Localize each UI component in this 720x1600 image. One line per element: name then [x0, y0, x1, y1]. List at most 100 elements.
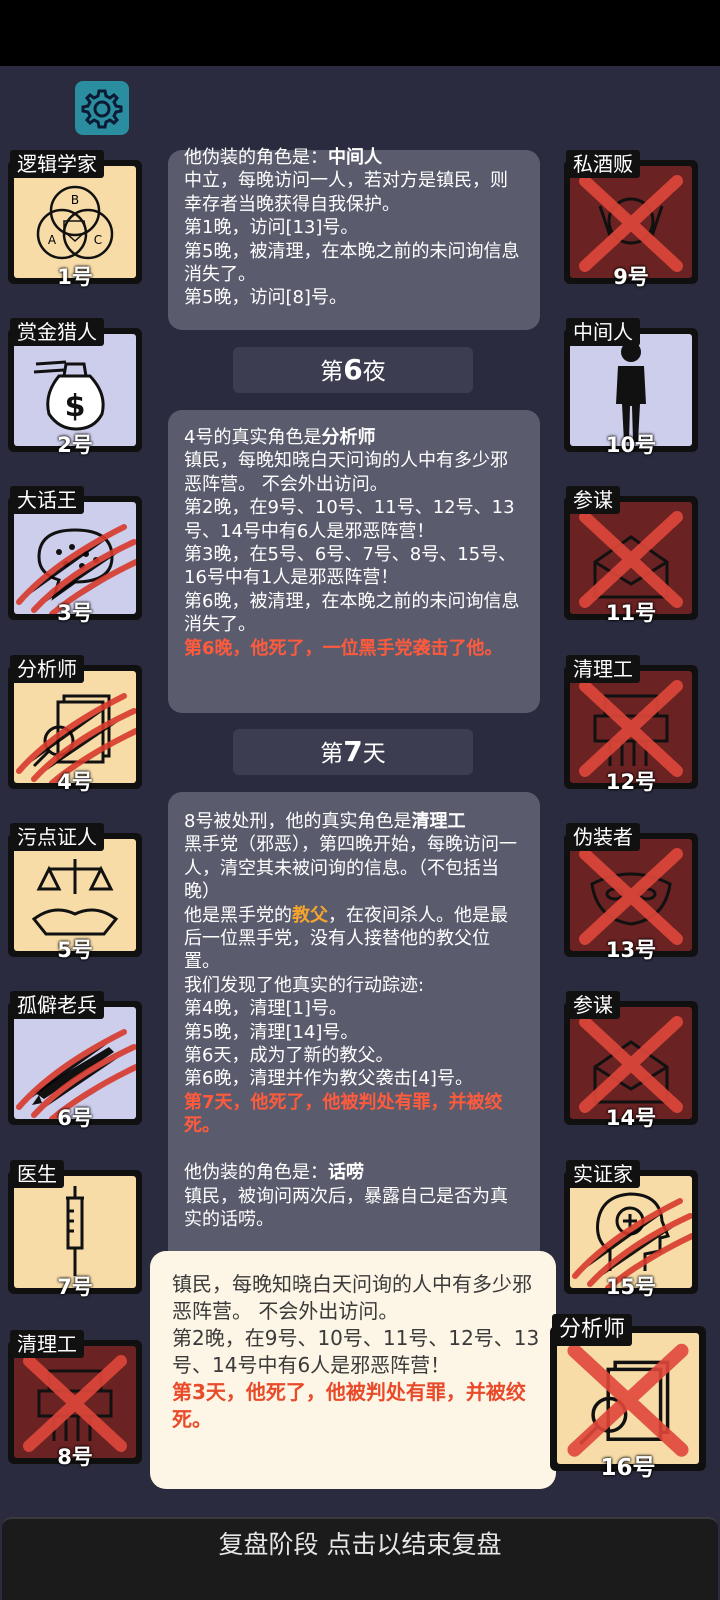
log-line: 第3晚，在5号、6号、7号、8号、15号、16号中有1人是邪恶阵营！	[184, 544, 517, 589]
log-line: 第6天，成为了新的教父。	[184, 1045, 394, 1067]
night-6-header: 第6夜	[233, 347, 473, 393]
log-line: 第6晚，清理并作为教父袭击[4]号。	[184, 1068, 473, 1090]
role-tooltip: 镇民，每晚知晓白天问询的人中有多少邪恶阵营。 不会外出访问。 第2晚，在9号、1…	[150, 1251, 556, 1489]
log-death-line: 第6晚，他死了，一位黑手党袭击了他。	[184, 637, 503, 659]
player-number: 16号	[600, 1455, 656, 1481]
player-card-13[interactable]: 伪装者 13号	[564, 823, 698, 962]
player-number: 7号	[57, 1275, 93, 1299]
player-number: 2号	[57, 433, 93, 457]
player-number: 11号	[605, 601, 657, 625]
header-number: 7	[343, 735, 363, 768]
log-entry-cleaner: 8号被处刑，他的真实角色是清理工 黑手党（邪恶），第四晚开始，每晚访问一人，清空…	[168, 792, 540, 1262]
player-number: 12号	[605, 770, 657, 794]
settings-button[interactable]	[75, 81, 129, 135]
player-number: 8号	[57, 1445, 93, 1469]
end-review-button[interactable]: 复盘阶段 点击以结束复盘	[2, 1517, 718, 1600]
log-text: 4号的真实角色是	[184, 427, 322, 448]
player-card-15[interactable]: 实证家 15号	[564, 1160, 698, 1299]
role-label: 分析师	[10, 655, 84, 683]
log-role: 分析师	[321, 427, 376, 448]
role-label: 清理工	[566, 655, 640, 683]
player-card-3[interactable]: 大话王 3号	[8, 486, 142, 625]
player-card-14[interactable]: 参谋 14号	[564, 991, 698, 1130]
log-blank	[184, 1138, 524, 1161]
venn-label-a: A	[48, 233, 57, 247]
log-text: 他伪装的角色是：	[184, 147, 328, 168]
log-line: 第5晚，清理[14]号。	[184, 1021, 359, 1043]
log-line: 他是黑手党的教父，在夜间杀人。他是最后一位黑手党，没有人接替他的教父位置。	[184, 904, 524, 974]
player-card-12[interactable]: 清理工 12号	[564, 655, 698, 794]
log-line: 黑手党（邪恶），第四晚开始，每晚访问一人，清空其未被问询的信息。（不包括当晚）	[184, 834, 517, 903]
log-line: 第1晚，访问[13]号。	[184, 217, 359, 239]
venn-label-b: B	[71, 193, 79, 207]
player-card-8[interactable]: 清理工 8号	[8, 1330, 142, 1469]
log-entry-analyst: 4号的真实角色是分析师 镇民，每晚知晓白天问询的人中有多少邪恶阵营。 不会外出访…	[168, 410, 540, 713]
player-card-11[interactable]: 参谋 11号	[564, 486, 698, 625]
role-label: 赏金猎人	[10, 318, 104, 346]
log-text: 8号被处刑，他的真实角色是	[184, 811, 412, 832]
log-text: 他是黑手党的	[184, 904, 292, 926]
player-card-9[interactable]: 私酒贩 9号	[564, 150, 698, 289]
log-cut-line: 他伪装的角色是：中间人	[184, 146, 524, 169]
log-line: 镇民，每晚知晓白天问询的人中有多少邪恶阵营。 不会外出访问。	[184, 450, 508, 495]
player-number: 6号	[57, 1106, 93, 1130]
player-card-16[interactable]: 分析师 16号	[550, 1314, 706, 1481]
player-number: 1号	[57, 265, 93, 289]
role-label: 中间人	[566, 318, 640, 346]
player-number: 13号	[605, 938, 657, 962]
role-label: 私酒贩	[566, 150, 640, 178]
card-face	[557, 1333, 699, 1464]
player-number: 4号	[57, 770, 93, 794]
player-card-4[interactable]: 分析师 4号	[8, 655, 142, 794]
role-label: 污点证人	[10, 823, 104, 851]
tooltip-line: 第2晚，在9号、10号、11号、12号、13号、14号中有6人是邪恶阵营！	[172, 1326, 540, 1377]
role-label: 参谋	[566, 991, 620, 1019]
role-label: 逻辑学家	[10, 150, 104, 178]
player-number: 10号	[605, 433, 657, 457]
player-card-7[interactable]: 医生 7号	[8, 1160, 142, 1299]
log-line: 第5晚，访问[8]号。	[184, 287, 347, 309]
log-line: 第5晚，被清理，在本晚之前的未问询信息消失了。	[184, 240, 520, 286]
log-role: 话唠	[328, 1162, 364, 1184]
log-line: 我们发现了他真实的行动踪迹:	[184, 974, 425, 996]
magnifier-documents-icon	[567, 1343, 689, 1457]
player-card-2[interactable]: $ 赏金猎人 2号	[8, 318, 142, 457]
tooltip-death-line: 第3天，他死了，他被判处有罪，并被绞死。	[172, 1380, 526, 1431]
role-label: 伪装者	[566, 823, 640, 851]
role-label: 参谋	[566, 486, 620, 514]
player-number: 14号	[605, 1106, 657, 1130]
header-number: 6	[343, 353, 363, 386]
gear-icon	[81, 89, 123, 129]
log-role: 清理工	[411, 811, 466, 832]
log-text: 他伪装的角色是：	[184, 1162, 328, 1184]
log-role: 中间人	[328, 147, 382, 168]
log-line: 中立，每晚访问一人，若对方是镇民，则幸存者当晚获得自我保护。	[184, 170, 508, 215]
status-bar	[0, 0, 720, 66]
log-death-line: 第7天，他死了，他被判处有罪，并被绞死。	[184, 1091, 503, 1137]
role-label: 孤僻老兵	[10, 991, 104, 1019]
venn-label-c: C	[94, 233, 102, 247]
player-number: 9号	[613, 265, 649, 289]
day-7-header: 第7天	[233, 729, 473, 775]
log-line: 第4晚，清理[1]号。	[184, 998, 347, 1020]
header-suffix: 天	[362, 741, 386, 767]
svg-text:$: $	[65, 389, 86, 424]
tooltip-line: 镇民，每晚知晓白天问询的人中有多少邪恶阵营。 不会外出访问。	[172, 1272, 532, 1323]
player-card-6[interactable]: 孤僻老兵 6号	[8, 991, 142, 1130]
player-number: 15号	[605, 1275, 657, 1299]
log-highlight: 教父	[292, 904, 328, 926]
role-label: 医生	[10, 1160, 64, 1188]
log-line: 第2晚，在9号、10号、11号、12号、13号、14号中有6人是邪恶阵营！	[184, 497, 515, 542]
log-entry-disguise: 他伪装的角色是：中间人 中立，每晚访问一人，若对方是镇民，则幸存者当晚获得自我保…	[168, 147, 540, 330]
log-line: 4号的真实角色是分析师	[184, 426, 524, 449]
player-card-5[interactable]: 污点证人 5号	[8, 823, 142, 962]
role-label: 大话王	[10, 486, 84, 514]
header-suffix: 夜	[362, 359, 386, 385]
player-card-10[interactable]: 中间人 10号	[564, 318, 698, 457]
player-number: 5号	[57, 938, 93, 962]
role-label: 清理工	[10, 1330, 84, 1358]
log-line: 他伪装的角色是：话唠	[184, 1161, 524, 1184]
header-prefix: 第	[320, 359, 344, 385]
header-prefix: 第	[320, 741, 344, 767]
player-card-1[interactable]: B A C 逻辑学家 1号	[8, 150, 142, 289]
